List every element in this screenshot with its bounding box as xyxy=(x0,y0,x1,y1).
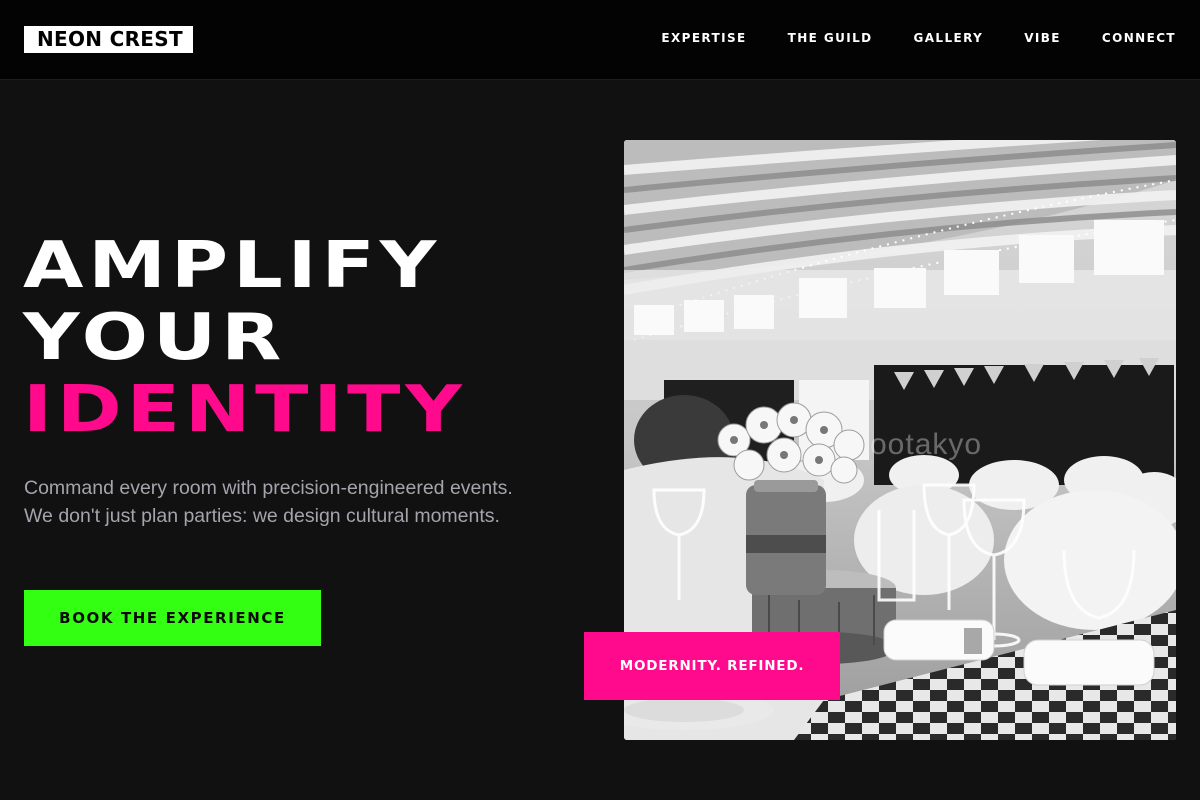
nav-link-the-guild[interactable]: THE GUILD xyxy=(788,30,873,46)
book-experience-button[interactable]: BOOK THE EXPERIENCE xyxy=(24,590,321,646)
photo-watermark: ootakyo xyxy=(870,428,983,461)
hero-title-line-2: YOUR xyxy=(23,301,287,375)
hero-title-line-1: AMPLIFY xyxy=(23,229,442,303)
nav-link-vibe[interactable]: VIBE xyxy=(1024,30,1061,46)
tagline-badge: MODERNITY. REFINED. xyxy=(584,632,840,700)
hero-title: AMPLIFY YOUR IDENTITY xyxy=(23,230,706,446)
hero-description: Command every room with precision-engine… xyxy=(24,477,513,527)
nav-link-gallery[interactable]: GALLERY xyxy=(914,30,984,46)
top-nav: NEON CREST EXPERTISE THE GUILD GALLERY V… xyxy=(0,0,1200,80)
nav-link-expertise[interactable]: EXPERTISE xyxy=(661,30,746,46)
logo[interactable]: NEON CREST xyxy=(24,26,193,53)
nav-link-connect[interactable]: CONNECT xyxy=(1102,30,1176,46)
hero-title-line-3: IDENTITY xyxy=(23,373,467,447)
nav-links: EXPERTISE THE GUILD GALLERY VIBE CONNECT xyxy=(661,30,1176,46)
